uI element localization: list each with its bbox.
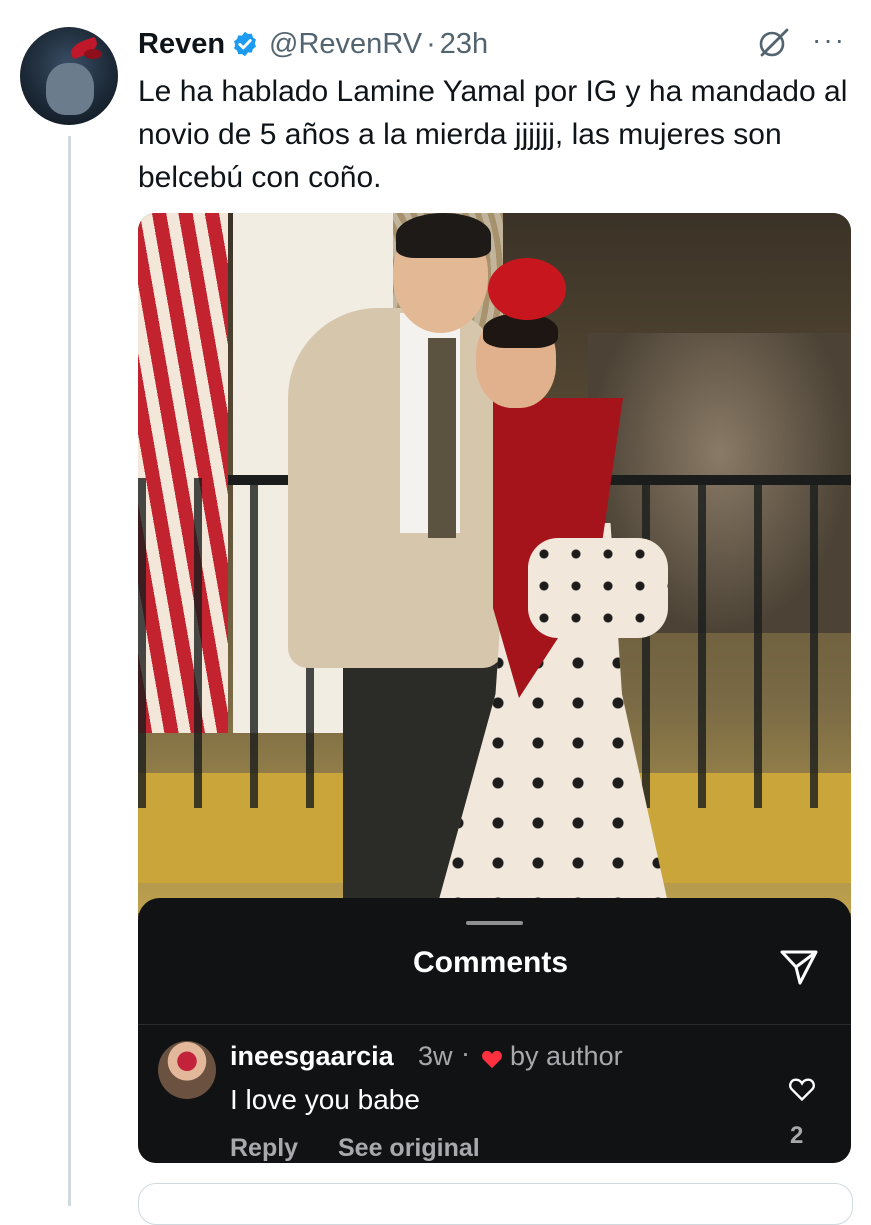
- reply-link[interactable]: Reply: [230, 1134, 298, 1163]
- comment-text: I love you babe: [230, 1084, 420, 1115]
- ruffled-sleeve: [528, 538, 668, 638]
- heart-filled-icon: [482, 1050, 502, 1069]
- avatar-face: [46, 63, 94, 115]
- tweet-timestamp[interactable]: 23h: [440, 28, 488, 61]
- header-separator: ·: [426, 27, 436, 60]
- see-original-link[interactable]: See original: [338, 1134, 480, 1163]
- share-icon[interactable]: [778, 946, 820, 988]
- photo-background: [138, 213, 851, 913]
- display-name[interactable]: Reven: [138, 28, 225, 61]
- more-icon[interactable]: ···: [812, 26, 848, 56]
- drag-handle[interactable]: [466, 921, 523, 925]
- author-avatar[interactable]: [20, 27, 118, 125]
- sheet-divider: [138, 1024, 851, 1025]
- man-hair: [396, 213, 491, 258]
- grok-icon[interactable]: [756, 26, 790, 60]
- heart-outline-icon[interactable]: [788, 1076, 816, 1102]
- comments-title: Comments: [412, 946, 569, 979]
- thread-line: [68, 136, 71, 1206]
- commenter-avatar[interactable]: [158, 1041, 216, 1099]
- user-handle[interactable]: @RevenRV: [269, 28, 422, 61]
- comments-sheet: Comments ineesgaarcia 3w · by author I l…: [138, 898, 851, 1163]
- comment-time: 3w: [418, 1041, 453, 1071]
- comment-separator: ·: [461, 1038, 470, 1068]
- tweet-text: Le ha hablado Lamine Yamal por IG y ha m…: [138, 75, 848, 194]
- comment-like-count: 2: [790, 1122, 804, 1149]
- man-jacket: [288, 308, 503, 668]
- tweet-media-image[interactable]: Comments ineesgaarcia 3w · by author I l…: [138, 213, 851, 1163]
- tweet-header: Reven @RevenRV · 23h: [138, 26, 488, 62]
- verified-badge-icon: [234, 31, 257, 57]
- avatar-horn-tip: [84, 49, 102, 59]
- next-card-edge: [138, 1183, 853, 1225]
- liked-by-author-label: by author: [510, 1041, 623, 1071]
- red-flower: [488, 258, 566, 320]
- man-tie: [428, 338, 456, 538]
- comment-username[interactable]: ineesgaarcia: [230, 1041, 394, 1072]
